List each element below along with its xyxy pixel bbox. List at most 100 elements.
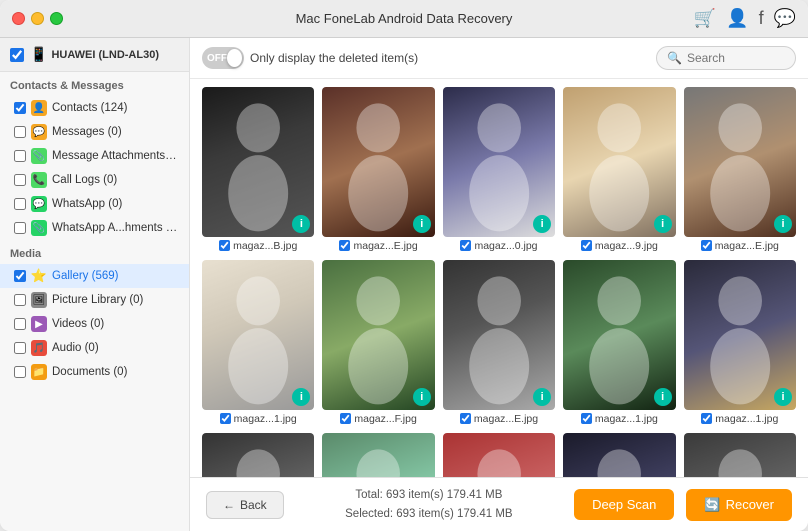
deep-scan-button[interactable]: Deep Scan — [574, 489, 674, 520]
recover-button[interactable]: 🔄 Recover — [686, 489, 792, 521]
stats-area: Total: 693 item(s) 179.41 MB Selected: 6… — [296, 486, 562, 523]
whatsapp-checkbox[interactable] — [14, 198, 26, 210]
photo-item[interactable]: i magaz...E.jpg — [684, 87, 796, 252]
toggle-description: Only display the deleted item(s) — [250, 51, 418, 65]
call-logs-checkbox[interactable] — [14, 174, 26, 186]
minimize-button[interactable] — [31, 12, 44, 25]
sidebar-item-whatsapp-attachments[interactable]: 📎 WhatsApp A...hments (0) — [0, 216, 189, 240]
sidebar-item-videos[interactable]: ▶ Videos (0) — [0, 312, 189, 336]
photo-item[interactable]: i magaz...9.jpg — [563, 87, 675, 252]
pic-lib-checkbox[interactable] — [14, 294, 26, 306]
info-badge[interactable]: i — [774, 215, 792, 233]
photo-item[interactable]: imagaz...1.jpg — [202, 260, 314, 425]
titlebar: Mac FoneLab Android Data Recovery 🛒 👤 f … — [0, 0, 808, 38]
msg-attach-label: Message Attachments (0) — [52, 150, 179, 162]
photo-item[interactable]: imagaz...1.jpg — [684, 260, 796, 425]
audio-label: Audio (0) — [52, 342, 99, 354]
recover-refresh-icon: 🔄 — [704, 497, 720, 513]
user-icon[interactable]: 👤 — [726, 8, 748, 29]
photo-item[interactable]: imagaz...E.jpg — [443, 260, 555, 425]
photo-filename-label: magaz...E.jpg — [715, 240, 779, 252]
messages-checkbox[interactable] — [14, 126, 26, 138]
gallery-icon: ⭐ — [31, 268, 47, 284]
info-badge[interactable]: i — [533, 215, 551, 233]
photo-checkbox[interactable] — [339, 240, 350, 251]
videos-checkbox[interactable] — [14, 318, 26, 330]
photo-item[interactable]: imagaz...F.jpg — [322, 260, 434, 425]
whatsapp-icon: 💬 — [31, 196, 47, 212]
app-title: Mac FoneLab Android Data Recovery — [296, 11, 513, 26]
photo-checkbox[interactable] — [581, 240, 592, 251]
search-icon: 🔍 — [667, 51, 682, 65]
audio-checkbox[interactable] — [14, 342, 26, 354]
photo-checkbox[interactable] — [701, 413, 712, 424]
search-box[interactable]: 🔍 — [656, 46, 796, 70]
sidebar-item-call-logs[interactable]: 📞 Call Logs (0) — [0, 168, 189, 192]
docs-checkbox[interactable] — [14, 366, 26, 378]
wa-attach-checkbox[interactable] — [14, 222, 26, 234]
sidebar-item-message-attachments[interactable]: 📎 Message Attachments (0) — [0, 144, 189, 168]
photo-checkbox[interactable] — [460, 240, 471, 251]
wa-attach-label: WhatsApp A...hments (0) — [52, 222, 179, 234]
photo-filename-label: magaz...9.jpg — [595, 240, 658, 252]
info-badge[interactable]: i — [774, 388, 792, 406]
sidebar-item-whatsapp[interactable]: 💬 WhatsApp (0) — [0, 192, 189, 216]
photo-item[interactable]: imagaz...E.jpg — [684, 433, 796, 477]
sidebar-item-audio[interactable]: 🎵 Audio (0) — [0, 336, 189, 360]
photo-filename-label: magaz...B.jpg — [233, 240, 297, 252]
info-badge[interactable]: i — [654, 215, 672, 233]
device-checkbox[interactable] — [10, 48, 24, 62]
photo-checkbox[interactable] — [340, 413, 351, 424]
close-button[interactable] — [12, 12, 25, 25]
photo-item[interactable]: imagaz...8.jpg — [443, 433, 555, 477]
info-badge[interactable]: i — [292, 388, 310, 406]
device-row[interactable]: 📱 HUAWEI (LND-AL30) — [0, 38, 189, 72]
photo-item[interactable]: imagaz...1.jpg — [563, 260, 675, 425]
call-logs-icon: 📞 — [31, 172, 47, 188]
device-name: HUAWEI (LND-AL30) — [51, 49, 159, 61]
photo-item[interactable]: i magaz...E.jpg — [322, 87, 434, 252]
facebook-icon[interactable]: f — [759, 8, 764, 29]
gallery-checkbox[interactable] — [14, 270, 26, 282]
photo-checkbox[interactable] — [220, 413, 231, 424]
app-window: Mac FoneLab Android Data Recovery 🛒 👤 f … — [0, 0, 808, 531]
info-badge[interactable]: i — [413, 215, 431, 233]
contacts-checkbox[interactable] — [14, 102, 26, 114]
sidebar-item-contacts[interactable]: 👤 Contacts (124) — [0, 96, 189, 120]
photo-item[interactable]: imagaz...B.jpg — [202, 87, 314, 252]
search-input[interactable] — [687, 51, 785, 65]
photo-item[interactable]: imagaz...3.jpg — [563, 433, 675, 477]
section-media: Media — [0, 240, 189, 264]
sidebar-item-picture-library[interactable]: 🖼 Picture Library (0) — [0, 288, 189, 312]
photo-checkbox[interactable] — [581, 413, 592, 424]
photo-item[interactable]: imagaz...E.jpg — [202, 433, 314, 477]
sidebar-item-gallery[interactable]: ⭐ Gallery (569) — [0, 264, 189, 288]
back-button[interactable]: ← Back — [206, 491, 284, 519]
sidebar-item-documents[interactable]: 📁 Documents (0) — [0, 360, 189, 384]
maximize-button[interactable] — [50, 12, 63, 25]
videos-icon: ▶ — [31, 316, 47, 332]
toggle-thumb — [227, 49, 242, 67]
traffic-lights — [12, 12, 63, 25]
info-badge[interactable]: i — [413, 388, 431, 406]
photo-item[interactable]: imagaz...0.jpg — [443, 87, 555, 252]
titlebar-icons: 🛒 👤 f 💬 — [694, 8, 796, 29]
docs-label: Documents (0) — [52, 366, 127, 378]
photo-item[interactable]: imagaz...3.jpg — [322, 433, 434, 477]
docs-icon: 📁 — [31, 364, 47, 380]
deleted-toggle[interactable]: OFF — [202, 47, 244, 69]
messages-icon: 💬 — [31, 124, 47, 140]
sidebar-item-messages[interactable]: 💬 Messages (0) — [0, 120, 189, 144]
chat-icon[interactable]: 💬 — [774, 8, 796, 29]
photo-checkbox[interactable] — [460, 413, 471, 424]
info-badge[interactable]: i — [654, 388, 672, 406]
cart-icon[interactable]: 🛒 — [694, 8, 716, 29]
main-area: 📱 HUAWEI (LND-AL30) Contacts & Messages … — [0, 38, 808, 531]
info-badge[interactable]: i — [533, 388, 551, 406]
photo-checkbox[interactable] — [219, 240, 230, 251]
photo-checkbox[interactable] — [701, 240, 712, 251]
photo-grid-area: imagaz...B.jpgimagaz...E.jpgimagaz...0.j… — [190, 79, 808, 477]
photo-filename-label: magaz...E.jpg — [353, 240, 417, 252]
msg-attach-checkbox[interactable] — [14, 150, 26, 162]
selected-stats: Selected: 693 item(s) 179.41 MB — [296, 505, 562, 523]
